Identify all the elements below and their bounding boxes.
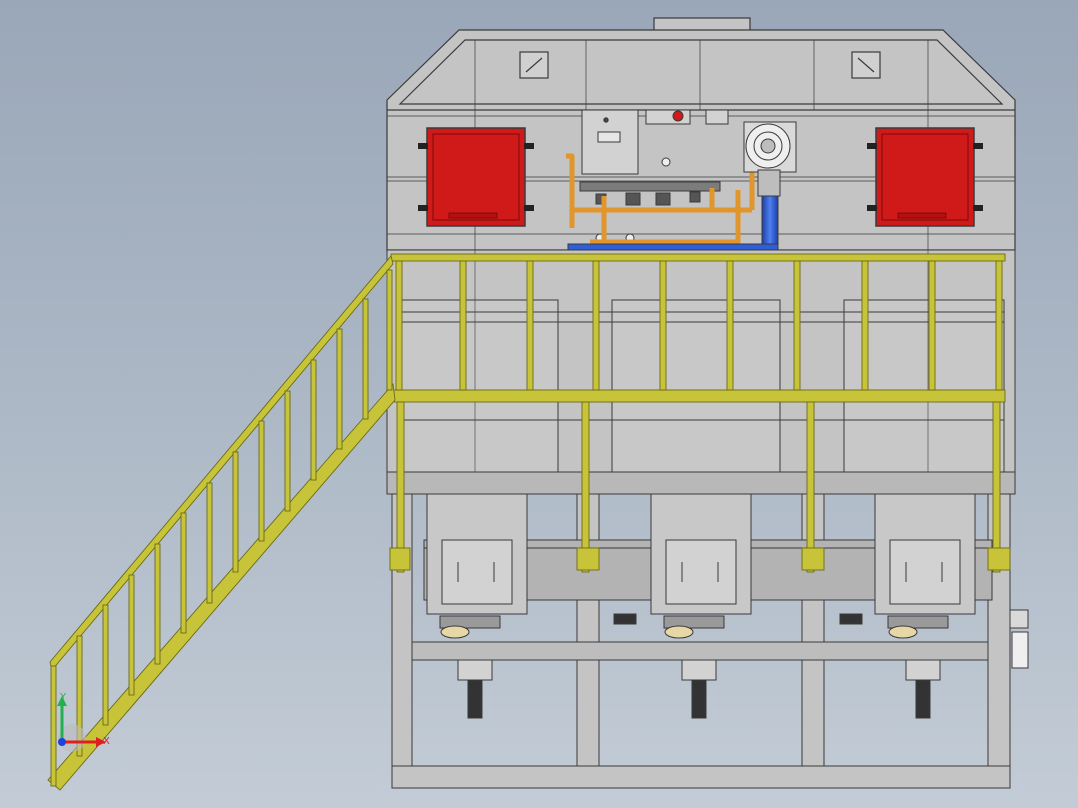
z-axis-dot <box>58 738 66 746</box>
stair-balusters <box>50 269 393 787</box>
filter-bank-center <box>611 299 781 473</box>
x-axis-label: X <box>103 736 110 747</box>
filter-bank-left <box>397 299 559 473</box>
exhaust-valve[interactable] <box>1009 609 1029 669</box>
damper-actuators <box>613 613 863 625</box>
filter-chambers <box>426 493 1029 719</box>
stair-stringer <box>47 382 396 791</box>
y-axis-label: Y <box>59 692 67 703</box>
filter-chamber-2[interactable] <box>650 493 752 719</box>
staircase[interactable] <box>47 255 396 791</box>
stair-handrail <box>49 255 394 671</box>
rto-equipment-drawing: Y X <box>47 17 1029 791</box>
access-door-left[interactable] <box>418 127 534 227</box>
filter-chamber-1[interactable] <box>426 493 528 719</box>
relief-vent-left <box>519 51 549 79</box>
cad-viewport[interactable]: Y X <box>0 0 1078 808</box>
filter-chamber-3[interactable] <box>874 493 976 719</box>
manifold-rail <box>579 181 721 192</box>
access-door-right[interactable] <box>867 127 983 227</box>
middle-housing <box>386 249 1016 473</box>
relief-vent-right <box>851 51 881 79</box>
base-frame <box>391 765 1011 789</box>
